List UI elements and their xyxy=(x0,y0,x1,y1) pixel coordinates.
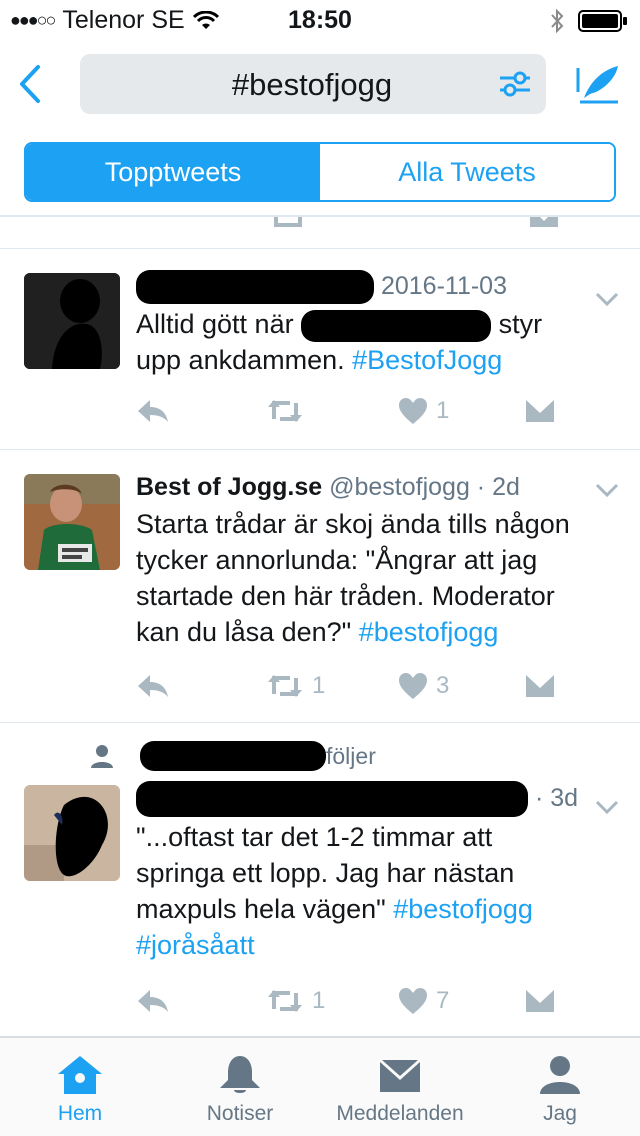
compose-tweet-icon[interactable] xyxy=(576,62,622,106)
person-icon xyxy=(91,745,113,768)
tweet-text: Starta trådar är skoj ända tills någon t… xyxy=(136,509,570,647)
retweet-icon xyxy=(274,217,302,227)
tab-all-tweets[interactable]: Alla Tweets xyxy=(320,144,614,200)
redacted-name xyxy=(136,270,374,305)
status-bar: ●●●○○ Telenor SE 18:50 xyxy=(0,0,640,40)
tab-notifications-label: Notiser xyxy=(206,1102,274,1125)
home-icon xyxy=(58,1056,102,1094)
search-query[interactable]: #bestofjogg xyxy=(80,67,484,103)
reply-icon xyxy=(138,400,168,422)
previous-tweet-actions-peek xyxy=(0,217,640,249)
direct-message-icon xyxy=(526,675,554,697)
direct-message-icon xyxy=(530,217,558,227)
tab-messages[interactable]: Meddelanden xyxy=(320,1038,480,1136)
chevron-down-icon[interactable] xyxy=(594,480,620,500)
retweet-count: 1 xyxy=(312,672,326,699)
status-time: 18:50 xyxy=(288,6,352,34)
tab-top-tweets[interactable]: Topptweets xyxy=(26,144,320,200)
chevron-down-icon[interactable] xyxy=(594,797,620,817)
heart-icon xyxy=(399,398,427,424)
redacted-name xyxy=(136,781,528,818)
envelope-icon xyxy=(380,1060,420,1092)
back-button[interactable] xyxy=(10,62,50,106)
avatar[interactable] xyxy=(24,273,120,369)
tweet-actions: 1 3 xyxy=(136,668,576,704)
hashtag-link[interactable]: #bestofjogg xyxy=(393,894,533,924)
battery-icon xyxy=(578,10,627,32)
retweet-icon xyxy=(268,400,302,422)
retweet-button[interactable] xyxy=(266,393,398,429)
tweet-text: Alltid gött när styr upp ankdammen. #Bes… xyxy=(136,309,543,376)
reply-button[interactable] xyxy=(136,668,266,704)
tweet-time: · 2d xyxy=(469,473,520,501)
tweet-item[interactable]: 2016-11-03 Alltid gött när styr upp ankd… xyxy=(0,249,640,450)
tweet-text: "...oftast tar det 1-2 timmar att spring… xyxy=(136,822,533,961)
avatar[interactable] xyxy=(24,474,120,570)
reply-button[interactable] xyxy=(136,983,266,1019)
like-button[interactable]: 3 xyxy=(398,668,524,704)
heart-icon xyxy=(399,988,427,1014)
bell-icon xyxy=(220,1056,260,1093)
tweet-actions: 1 xyxy=(136,393,576,429)
avatar-redacted xyxy=(24,785,120,881)
like-button[interactable]: 1 xyxy=(398,393,524,429)
direct-message-icon xyxy=(526,990,554,1012)
tweet-item[interactable]: följer · 3d "...oftast tar det 1-2 timma… xyxy=(0,723,640,1032)
hashtag-link[interactable]: #bestofjogg xyxy=(359,617,499,647)
tab-me[interactable]: Jag xyxy=(480,1038,640,1136)
direct-message-icon xyxy=(526,400,554,422)
author-name[interactable]: Best of Jogg.se xyxy=(136,473,322,501)
retweet-icon xyxy=(268,675,302,697)
chevron-down-icon[interactable] xyxy=(594,289,620,309)
reply-icon xyxy=(138,990,168,1012)
tab-home[interactable]: Hem xyxy=(0,1038,160,1136)
bottom-tab-bar: Hem Notiser Meddelanden Jag xyxy=(0,1036,640,1136)
tab-me-label: Jag xyxy=(543,1102,577,1125)
retweet-icon xyxy=(268,990,302,1012)
avatar-redacted xyxy=(24,273,120,369)
like-button[interactable]: 7 xyxy=(398,983,524,1019)
tweet-date: 2016-11-03 xyxy=(380,272,507,300)
tab-home-label: Hem xyxy=(57,1102,103,1125)
hashtag-link[interactable]: #BestofJogg xyxy=(352,345,502,375)
like-count: 1 xyxy=(436,397,450,424)
author-handle: @bestofjogg xyxy=(329,473,470,501)
hashtag-link[interactable]: #joråsåatt xyxy=(136,930,255,960)
search-nav-bar: #bestofjogg xyxy=(0,40,640,130)
retweet-count: 1 xyxy=(312,987,326,1014)
direct-message-button[interactable] xyxy=(524,393,556,429)
direct-message-button[interactable] xyxy=(524,668,556,704)
avatar-runner-photo xyxy=(24,474,120,570)
tab-notifications[interactable]: Notiser xyxy=(160,1038,320,1136)
retweet-button[interactable]: 1 xyxy=(266,668,398,704)
heart-icon xyxy=(399,673,427,699)
search-field[interactable]: #bestofjogg xyxy=(80,54,546,114)
like-count: 3 xyxy=(436,672,450,699)
retweet-button[interactable]: 1 xyxy=(266,983,398,1019)
social-context-text: följer xyxy=(326,742,376,769)
tweet-actions: 1 7 xyxy=(136,983,576,1019)
like-count: 7 xyxy=(436,987,450,1014)
social-context: följer xyxy=(90,741,376,771)
reply-button[interactable] xyxy=(136,393,266,429)
tweet-time: · 3d xyxy=(534,784,579,812)
direct-message-button[interactable] xyxy=(524,983,556,1019)
person-icon xyxy=(540,1056,580,1094)
redacted-mention xyxy=(301,310,492,343)
tweet-feed[interactable]: 2016-11-03 Alltid gött när styr upp ankd… xyxy=(0,217,640,1032)
chevron-left-icon xyxy=(20,65,40,103)
reply-icon xyxy=(138,675,168,697)
tab-messages-label: Meddelanden xyxy=(336,1102,464,1125)
results-segmented-control: Topptweets Alla Tweets xyxy=(24,142,616,202)
redacted-name xyxy=(140,741,326,771)
avatar[interactable] xyxy=(24,785,120,881)
bluetooth-icon xyxy=(551,8,564,34)
filter-icon[interactable] xyxy=(498,68,532,100)
tweet-item[interactable]: Best of Jogg.se @bestofjogg · 2d Starta … xyxy=(0,450,640,723)
